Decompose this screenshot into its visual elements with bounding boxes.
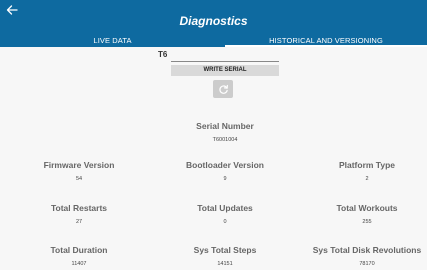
total-workouts-value: 255 [362, 219, 372, 225]
platform-type-stat: Platform Type 2 [307, 160, 427, 182]
firmware-version-label: Firmware Version [43, 160, 115, 170]
firmware-version-stat: Firmware Version 54 [19, 160, 139, 182]
bootloader-version-stat: Bootloader Version 9 [165, 160, 285, 182]
bootloader-version-value: 9 [223, 176, 227, 182]
write-serial-button[interactable]: WRITE SERIAL [171, 65, 279, 76]
total-workouts-stat: Total Workouts 255 [307, 203, 427, 225]
total-updates-stat: Total Updates 0 [165, 203, 285, 225]
total-restarts-value: 27 [75, 219, 83, 225]
total-duration-stat: Total Duration 11407 [19, 245, 139, 267]
serial-number-value: T6001004 [212, 137, 238, 143]
sys-total-steps-stat: Sys Total Steps 14151 [165, 245, 285, 267]
serial-number-label: Serial Number [196, 121, 254, 131]
page-title: Diagnostics [179, 14, 248, 28]
sys-total-steps-label: Sys Total Steps [193, 245, 257, 255]
serial-input[interactable] [171, 50, 279, 62]
serial-prefix-label: T6 [158, 50, 168, 59]
bootloader-version-label: Bootloader Version [186, 160, 264, 170]
sys-total-disk-revolutions-label: Sys Total Disk Revolutions [312, 245, 422, 255]
sys-total-disk-revolutions-stat: Sys Total Disk Revolutions 78170 [307, 245, 427, 267]
firmware-version-value: 54 [75, 176, 83, 182]
total-duration-label: Total Duration [50, 245, 108, 255]
tab-live-data[interactable]: LIVE DATA [0, 36, 225, 47]
platform-type-value: 2 [365, 176, 369, 182]
refresh-icon [218, 84, 228, 94]
refresh-button[interactable] [213, 80, 233, 98]
serial-number-stat: Serial Number T6001004 [165, 121, 285, 143]
total-updates-value: 0 [223, 219, 227, 225]
total-restarts-label: Total Restarts [50, 203, 108, 213]
platform-type-label: Platform Type [338, 160, 396, 170]
sys-total-steps-value: 14151 [217, 261, 233, 267]
total-updates-label: Total Updates [197, 203, 253, 213]
active-tab-indicator [225, 45, 427, 47]
app-header: Diagnostics LIVE DATA HISTORICAL AND VER… [0, 0, 427, 47]
total-restarts-stat: Total Restarts 27 [19, 203, 139, 225]
total-workouts-label: Total Workouts [336, 203, 398, 213]
sys-total-disk-revolutions-value: 78170 [359, 261, 375, 267]
total-duration-value: 11407 [71, 261, 87, 267]
